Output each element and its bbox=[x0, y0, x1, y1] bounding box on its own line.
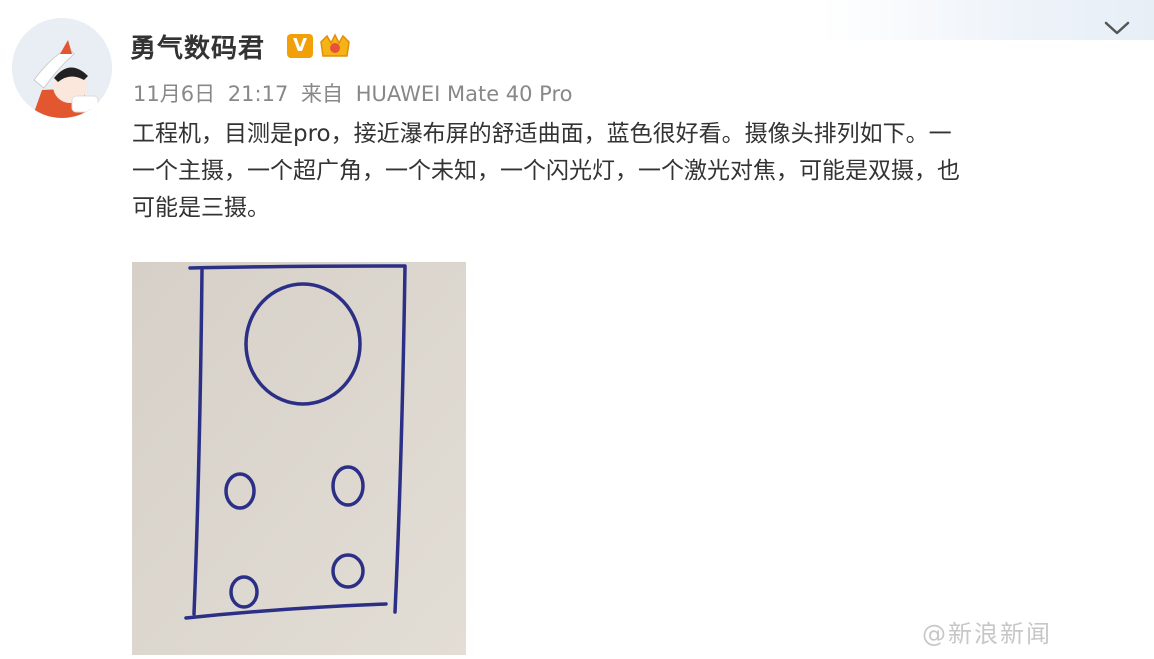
crown-level-icon bbox=[318, 32, 352, 60]
post-source-device[interactable]: HUAWEI Mate 40 Pro bbox=[356, 82, 573, 106]
post-time: 21:17 bbox=[227, 82, 289, 106]
post-date: 11月6日 bbox=[133, 82, 216, 106]
watermark: @新浪新闻 bbox=[922, 620, 1052, 648]
post-text-line: 一个主摄，一个超广角，一个未知，一个闪光灯，一个激光对焦，可能是双摄，也 bbox=[132, 158, 960, 184]
author-name[interactable]: 勇气数码君 bbox=[130, 28, 265, 65]
post-text-line: 可能是三摄。 bbox=[132, 195, 270, 221]
avatar[interactable] bbox=[12, 18, 112, 118]
post-meta: 11月6日 21:17 来自 HUAWEI Mate 40 Pro bbox=[133, 78, 579, 108]
post-text-line: 工程机，目测是pro，接近瀑布屏的舒适曲面，蓝色很好看。摄像头排列如下。一 bbox=[132, 121, 952, 147]
chevron-down-icon[interactable] bbox=[1102, 16, 1132, 40]
post-body: 工程机，目测是pro，接近瀑布屏的舒适曲面，蓝色很好看。摄像头排列如下。一 一个… bbox=[132, 116, 1132, 227]
camera-sketch-drawing bbox=[132, 262, 466, 655]
post-image[interactable] bbox=[132, 262, 466, 655]
verified-v-icon: V bbox=[287, 34, 313, 58]
post-source-prefix: 来自 bbox=[301, 82, 343, 106]
avatar-image bbox=[12, 18, 112, 118]
